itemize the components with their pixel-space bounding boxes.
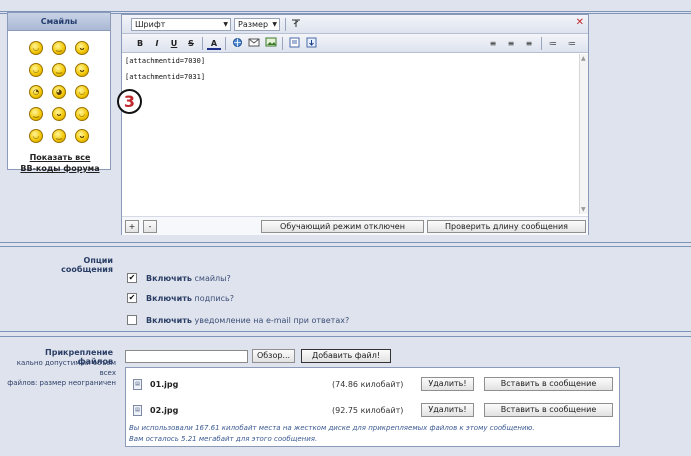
close-icon[interactable]: ✕ (576, 17, 584, 28)
smiley-icon[interactable]: ‿ (29, 107, 43, 121)
remove-format-icon[interactable] (289, 18, 303, 31)
check-length-button[interactable]: Проверить длину сообщения (427, 220, 586, 233)
chevron-down-icon: ▼ (223, 21, 228, 28)
insert-file-button[interactable]: Вставить в сообщение (484, 403, 613, 417)
file-size: (74.86 килобайт) (332, 380, 404, 389)
align-right-button[interactable]: ≡ (522, 37, 536, 50)
email-icon[interactable] (247, 37, 261, 50)
editor-toolbar-bottom: B I U S A ≡ ≡ ≡ ≔ ≔ (122, 34, 588, 53)
signature-option-text: Включить подпись? (146, 294, 234, 303)
shrink-button[interactable]: - (143, 220, 157, 233)
editor-bottom-bar: + - Обучающий режим отключен Проверить д… (122, 216, 588, 235)
options-label: Опции сообщения (61, 256, 113, 274)
chevron-down-icon: ▼ (272, 21, 277, 28)
toolbar-separator (225, 37, 226, 50)
size-select[interactable]: Размер ▼ (234, 18, 280, 31)
email-notify-checkbox[interactable] (127, 315, 137, 325)
smiley-icon[interactable]: ‿ (52, 129, 66, 143)
smilies-grid: ◡ ‿ ᴗ ◡ ‿ ᴗ ◔ ◕ ◡ ‿ ᴗ ◡ ◡ ‿ ᴗ (25, 41, 97, 151)
signature-checkbox[interactable]: ✔ (127, 293, 137, 303)
option-text: уведомление на e-mail при ответах? (191, 316, 350, 325)
file-name: 02.jpg (150, 406, 179, 415)
smiley-icon[interactable]: ᴗ (75, 63, 89, 77)
toolbar-separator (541, 37, 542, 50)
scroll-up-icon[interactable]: ▲ (581, 55, 586, 62)
attached-files-box: ▤ 01.jpg (74.86 килобайт) Удалить! Встав… (125, 367, 620, 447)
smiley-icon[interactable]: ᴗ (52, 107, 66, 121)
underline-button[interactable]: U (167, 37, 181, 50)
top-band (0, 0, 691, 12)
training-mode-button[interactable]: Обучающий режим отключен (261, 220, 424, 233)
smiley-icon[interactable]: ◕ (52, 85, 66, 99)
image-icon[interactable] (264, 37, 278, 50)
ordered-list-button[interactable]: ≔ (546, 37, 560, 50)
editor-line: [attachmentid=7031] (125, 73, 206, 81)
text-color-button[interactable]: A (207, 37, 221, 50)
align-left-button[interactable]: ≡ (486, 37, 500, 50)
editor-toolbar-top: Шрифт ▼ Размер ▼ ✕ (122, 15, 588, 34)
add-file-button[interactable]: Добавить файл! (301, 349, 391, 363)
editor-line: [attachmentid=7030] (125, 57, 206, 65)
bold-button[interactable]: B (133, 37, 147, 50)
delete-file-button[interactable]: Удалить! (421, 403, 474, 417)
code-icon[interactable] (304, 37, 318, 50)
step-number-badge: 3 (117, 89, 142, 114)
browse-button[interactable]: Обзор... (252, 349, 295, 363)
show-all-smilies-link[interactable]: Показать все (8, 152, 112, 163)
email-notify-option-text: Включить уведомление на e-mail при ответ… (146, 316, 349, 325)
italic-button[interactable]: I (150, 37, 164, 50)
strike-button[interactable]: S (184, 37, 198, 50)
option-bold: Включить (146, 294, 192, 303)
attachments-note-line: файлов: размер неограничен (7, 379, 116, 387)
unordered-list-button[interactable]: ≔ (565, 37, 579, 50)
smiley-icon[interactable]: ◡ (75, 107, 89, 121)
smilies-title: Смайлы (8, 13, 110, 31)
file-name: 01.jpg (150, 380, 179, 389)
bbcode-link[interactable]: BB-коды форума (8, 163, 112, 174)
smiley-icon[interactable]: ◔ (29, 85, 43, 99)
option-bold: Включить (146, 316, 192, 325)
font-select[interactable]: Шрифт ▼ (131, 18, 231, 31)
smilies-option-text: Включить смайлы? (146, 274, 231, 283)
toolbar-separator (202, 37, 203, 50)
attachments-note: кально допустимый объем всех файлов: раз… (0, 358, 116, 388)
smiley-icon[interactable]: ᴗ (75, 129, 89, 143)
link-icon[interactable] (230, 37, 244, 50)
file-path-input[interactable] (125, 350, 248, 363)
delete-file-button[interactable]: Удалить! (421, 377, 474, 391)
editor-scrollbar[interactable]: ▲ ▼ (579, 54, 588, 214)
scroll-down-icon[interactable]: ▼ (581, 206, 586, 213)
size-select-value: Размер (238, 20, 269, 29)
file-icon: ▤ (133, 405, 142, 416)
message-editor: Шрифт ▼ Размер ▼ ✕ B I U S A ≡ ≡ ≡ ≔ ≔ [… (121, 14, 589, 235)
smiley-icon[interactable]: ◡ (29, 129, 43, 143)
file-icon: ▤ (133, 379, 142, 390)
option-text: подпись? (191, 294, 234, 303)
smilies-checkbox[interactable]: ✔ (127, 273, 137, 283)
option-text: смайлы? (191, 274, 231, 283)
option-bold: Включить (146, 274, 192, 283)
smiley-icon[interactable]: ◡ (75, 85, 89, 99)
file-size: (92.75 килобайт) (332, 406, 404, 415)
message-textarea[interactable]: [attachmentid=7030] [attachmentid=7031] (122, 54, 588, 214)
smilies-panel: Смайлы ◡ ‿ ᴗ ◡ ‿ ᴗ ◔ ◕ ◡ ‿ ᴗ ◡ ◡ ‿ ᴗ Показать все … (7, 12, 111, 173)
font-select-value: Шрифт (135, 20, 166, 29)
smiley-icon[interactable]: ◡ (29, 41, 43, 55)
smiley-icon[interactable]: ‿ (52, 63, 66, 77)
smilies-links: Показать все BB-коды форума (8, 152, 112, 174)
align-center-button[interactable]: ≡ (504, 37, 518, 50)
smiley-icon[interactable]: ᴗ (75, 41, 89, 55)
toolbar-separator (285, 18, 286, 31)
space-used-text: Вы использовали 167.61 килобайт места на… (129, 424, 535, 432)
smiley-icon[interactable]: ◡ (29, 63, 43, 77)
attachments-note-line: кально допустимый объем всех (16, 359, 116, 377)
space-remaining-text: Вам осталось 5.21 мегабайт для этого соо… (129, 435, 318, 443)
enlarge-button[interactable]: + (125, 220, 139, 233)
quote-icon[interactable] (287, 37, 301, 50)
toolbar-separator (282, 37, 283, 50)
insert-file-button[interactable]: Вставить в сообщение (484, 377, 613, 391)
smiley-icon[interactable]: ‿ (52, 41, 66, 55)
